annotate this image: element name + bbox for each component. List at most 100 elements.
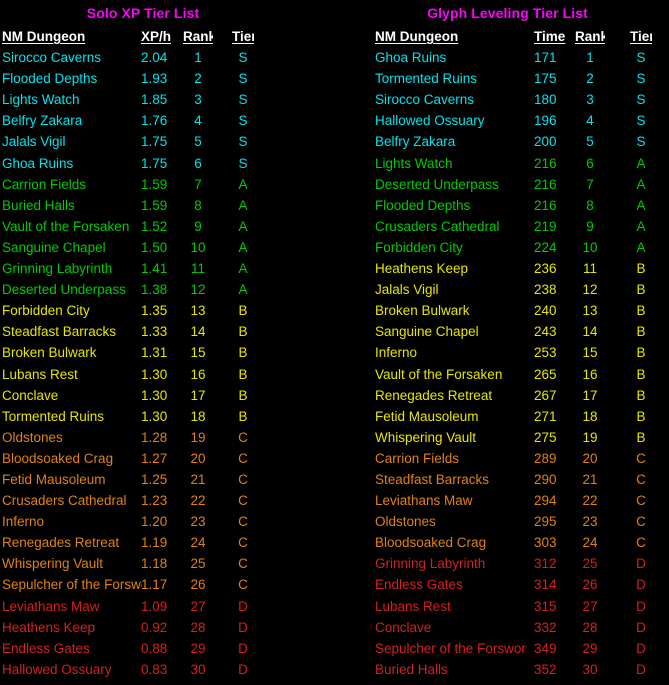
cell-dungeon-name: Lubans Rest — [375, 598, 451, 614]
column-header-rank: Rank — [575, 29, 605, 44]
cell-dungeon-name: Fetid Mausoleum — [2, 471, 106, 487]
cell-metric: 175 — [534, 71, 557, 87]
table-row: Jalals Vigil 238 12 B — [334, 281, 669, 302]
cell-dungeon-name: Jalals Vigil — [2, 134, 66, 150]
table-row: Bloodsoaked Crag 1.27 20 C — [0, 450, 334, 471]
cell-dungeon-name: Steadfast Barracks — [2, 324, 117, 340]
cell-tier: D — [636, 640, 646, 656]
cell-metric: 2.04 — [141, 50, 168, 66]
cell-tier: C — [238, 450, 248, 466]
cell-metric: 265 — [534, 366, 557, 382]
cell-metric: 267 — [534, 387, 557, 403]
cell-tier: B — [636, 429, 646, 445]
table-row: Oldstones 295 23 C — [334, 513, 669, 534]
cell-metric: 0.83 — [141, 661, 168, 677]
cell-metric: 271 — [534, 408, 557, 424]
table-row: Hallowed Ossuary 0.83 30 D — [0, 661, 334, 682]
cell-tier: B — [238, 366, 248, 382]
cell-metric: 0.88 — [141, 640, 168, 656]
cell-tier: S — [238, 155, 248, 171]
cell-rank: 29 — [190, 640, 206, 656]
table-row: Grinning Labyrinth 1.41 11 A — [0, 260, 334, 281]
table-row: Broken Bulwark 240 13 B — [334, 302, 669, 323]
cell-tier: B — [636, 408, 646, 424]
table-row: Whispering Vault 275 19 B — [334, 429, 669, 450]
cell-rank: 15 — [582, 345, 598, 361]
cell-dungeon-name: Grinning Labyrinth — [375, 556, 486, 572]
cell-metric: 216 — [534, 197, 557, 213]
cell-tier: B — [636, 345, 646, 361]
cell-dungeon-name: Grinning Labyrinth — [2, 261, 113, 277]
cell-tier: C — [238, 556, 248, 572]
cell-rank: 3 — [586, 92, 594, 108]
cell-dungeon-name: Whispering Vault — [2, 556, 104, 572]
table-row: Vault of the Forsaken 1.52 9 A — [0, 218, 334, 239]
cell-rank: 12 — [582, 282, 598, 298]
cell-rank: 2 — [586, 71, 594, 87]
cell-tier: D — [636, 661, 646, 677]
table-row: Lubans Rest 315 27 D — [334, 598, 669, 619]
cell-dungeon-name: Endless Gates — [2, 640, 90, 656]
cell-rank: 26 — [582, 577, 598, 593]
cell-dungeon-name: Belfry Zakara — [375, 134, 456, 150]
cell-rank: 22 — [582, 493, 598, 509]
cell-dungeon-name: Carrion Fields — [2, 176, 87, 192]
cell-rank: 16 — [582, 366, 598, 382]
cell-dungeon-name: Sanguine Chapel — [2, 239, 106, 255]
cell-dungeon-name: Sepulcher of the Forsworn — [2, 577, 142, 593]
table-row: Lubans Rest 1.30 16 B — [0, 366, 334, 387]
table-row: Heathens Keep 236 11 B — [334, 260, 669, 281]
cell-dungeon-name: Hallowed Ossuary — [375, 113, 485, 129]
cell-metric: 1.18 — [141, 556, 168, 572]
table-row: Forbidden City 1.35 13 B — [0, 302, 334, 323]
cell-metric: 1.50 — [141, 239, 168, 255]
cell-rank: 25 — [582, 556, 598, 572]
cell-rank: 4 — [194, 113, 202, 129]
column-header-metric: XP/h — [141, 29, 172, 44]
cell-metric: 1.52 — [141, 218, 168, 234]
cell-rank: 16 — [190, 366, 206, 382]
cell-tier: A — [238, 261, 248, 277]
cell-dungeon-name: Crusaders Cathedral — [2, 493, 127, 509]
cell-metric: 1.75 — [141, 155, 168, 171]
table-row: Buried Halls 352 30 D — [334, 661, 669, 682]
cell-metric: 315 — [534, 598, 557, 614]
cell-tier: B — [636, 261, 646, 277]
table-row: Sepulcher of the Forsworn 349 29 D — [334, 640, 669, 661]
panel-title-solo-xp: Solo XP Tier List — [86, 5, 200, 21]
table-row: Deserted Underpass 1.38 12 A — [0, 281, 334, 302]
cell-dungeon-name: Heathens Keep — [2, 619, 96, 635]
cell-rank: 21 — [190, 471, 206, 487]
cell-rank: 1 — [194, 50, 202, 66]
cell-rank: 7 — [194, 176, 202, 192]
cell-tier: S — [636, 113, 646, 129]
cell-tier: S — [636, 50, 646, 66]
cell-tier: S — [238, 50, 248, 66]
table-row: Belfry Zakara 1.76 4 S — [0, 112, 334, 133]
cell-metric: 289 — [534, 450, 557, 466]
cell-rank: 8 — [586, 197, 594, 213]
cell-rank: 4 — [586, 113, 594, 129]
cell-metric: 0.92 — [141, 619, 168, 635]
cell-rank: 19 — [190, 429, 206, 445]
cell-metric: 238 — [534, 282, 557, 298]
cell-tier: B — [238, 345, 248, 361]
cell-metric: 1.25 — [141, 471, 168, 487]
table-row: Conclave 1.30 17 B — [0, 387, 334, 408]
cell-dungeon-name: Deserted Underpass — [2, 282, 126, 298]
table-row: Leviathans Maw 1.09 27 D — [0, 598, 334, 619]
table-row: Steadfast Barracks 290 21 C — [334, 471, 669, 492]
cell-tier: C — [238, 535, 248, 551]
cell-metric: 216 — [534, 176, 557, 192]
cell-metric: 352 — [534, 661, 557, 677]
cell-metric: 303 — [534, 535, 557, 551]
cell-metric: 295 — [534, 514, 557, 530]
cell-tier: B — [636, 303, 646, 319]
cell-rank: 9 — [586, 218, 594, 234]
cell-dungeon-name: Belfry Zakara — [2, 113, 83, 129]
cell-dungeon-name: Oldstones — [375, 514, 436, 530]
table-header-row: NM Dungeon XP/h Rank Tier — [0, 28, 334, 49]
cell-dungeon-name: Carrion Fields — [375, 450, 460, 466]
cell-dungeon-name: Sirocco Caverns — [2, 50, 102, 66]
table-row: Ghoa Ruins 171 1 S — [334, 49, 669, 70]
